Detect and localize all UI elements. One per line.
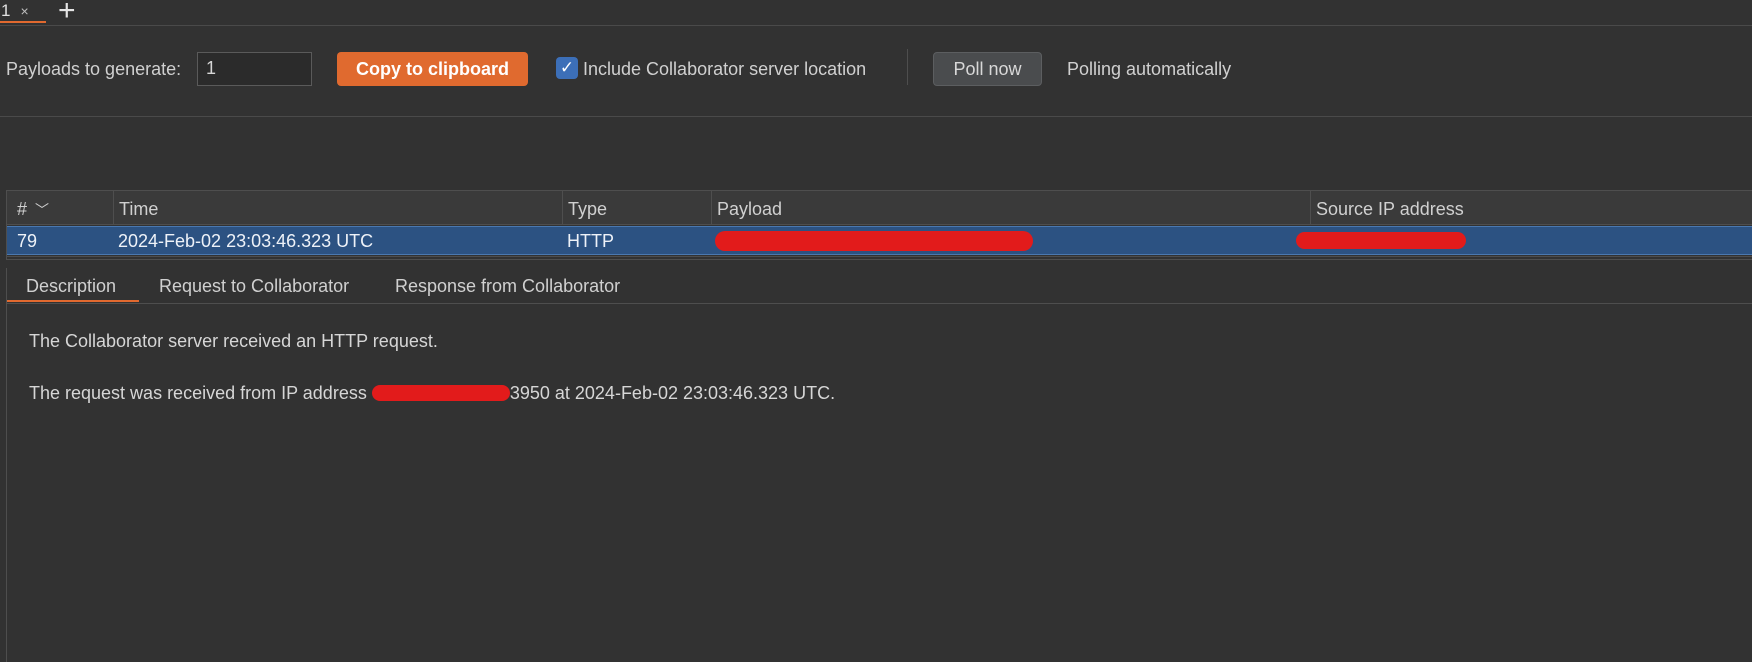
payloads-count-input[interactable]: 1 <box>197 52 312 86</box>
row-payload <box>711 227 1310 254</box>
table-divider[interactable] <box>7 256 1752 260</box>
close-icon[interactable]: × <box>20 3 28 19</box>
toolbar-divider <box>907 49 908 85</box>
column-header-payload[interactable]: Payload <box>711 191 1310 225</box>
column-header-source-ip[interactable]: Source IP address <box>1310 191 1752 225</box>
column-header-number[interactable]: # ﹀ <box>7 191 113 225</box>
payload-redaction <box>715 231 1033 251</box>
description-line-2: The request was received from IP address… <box>29 383 836 403</box>
polling-status: Polling automatically <box>1067 59 1232 79</box>
table-row[interactable]: 79 2024-Feb-02 23:03:46.323 UTC HTTP <box>7 226 1752 255</box>
row-time: 2024-Feb-02 23:03:46.323 UTC <box>118 231 374 251</box>
include-location-label[interactable]: Include Collaborator server location <box>583 59 866 80</box>
poll-now-button[interactable]: Poll now <box>933 52 1042 86</box>
copy-to-clipboard-button[interactable]: Copy to clipboard <box>337 52 528 86</box>
row-source-ip <box>1292 227 1752 254</box>
column-header-type[interactable]: Type <box>562 191 711 225</box>
table-header: # ﹀ Time Type Payload Source IP address <box>7 190 1752 225</box>
row-type: HTTP <box>567 231 614 251</box>
tab-description[interactable]: Description <box>7 268 139 302</box>
tab-request-to-collaborator[interactable]: Request to Collaborator <box>159 268 349 302</box>
source-ip-redaction <box>1296 232 1466 249</box>
tab-response-from-collaborator[interactable]: Response from Collaborator <box>395 268 620 302</box>
row-number: 79 <box>17 231 38 251</box>
payloads-label: Payloads to generate: <box>6 59 182 79</box>
tab-1[interactable]: 1 × <box>0 0 46 23</box>
description-line-1: The Collaborator server received an HTTP… <box>29 331 438 351</box>
add-tab-icon[interactable]: + <box>58 0 76 28</box>
tab-label: 1 <box>1 0 11 20</box>
description-panel: The Collaborator server received an HTTP… <box>6 304 1752 662</box>
sort-descending-icon[interactable]: ﹀ <box>35 202 49 218</box>
include-location-checkbox[interactable]: ✓ <box>556 57 578 79</box>
tab-strip: 1 × + <box>0 0 1752 28</box>
toolbar: Payloads to generate: 1 Copy to clipboar… <box>0 27 1752 117</box>
ip-redaction <box>371 385 510 403</box>
interactions-table: # ﹀ Time Type Payload Source IP address … <box>6 190 1752 260</box>
detail-tabs: Description Request to Collaborator Resp… <box>6 268 1752 304</box>
column-header-time[interactable]: Time <box>113 191 562 225</box>
checkmark-icon: ✓ <box>559 58 575 77</box>
